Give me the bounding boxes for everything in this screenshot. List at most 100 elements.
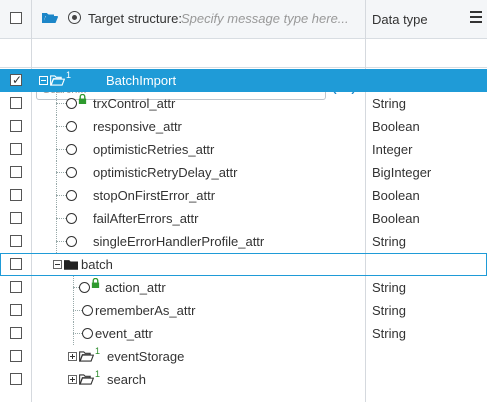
tree-node-row[interactable]: 1 search bbox=[0, 368, 487, 391]
tree-node-row[interactable]: 1 eventStorage bbox=[0, 345, 487, 368]
column-menu-icon[interactable] bbox=[470, 11, 482, 23]
data-type-value: Boolean bbox=[372, 188, 420, 203]
node-label: action_attr bbox=[105, 280, 166, 295]
row-checkbox[interactable] bbox=[10, 304, 22, 316]
collapse-icon[interactable] bbox=[39, 76, 48, 85]
occurrence-badge: 1 bbox=[66, 70, 72, 80]
search-row: ‹ › bbox=[0, 39, 487, 100]
message-type-placeholder[interactable]: Specify message type here... bbox=[181, 11, 349, 26]
tree-attr-row[interactable]: optimisticRetries_attr Integer bbox=[0, 138, 487, 161]
tree-connector bbox=[56, 126, 66, 127]
tree-connector bbox=[56, 172, 66, 173]
tree-connector bbox=[56, 184, 57, 207]
attribute-icon bbox=[66, 236, 77, 247]
node-label: search bbox=[107, 372, 147, 387]
node-label: stopOnFirstError_attr bbox=[93, 188, 216, 203]
tree-connector bbox=[56, 115, 57, 138]
attribute-icon bbox=[66, 213, 77, 224]
tree-connector bbox=[56, 195, 66, 196]
folder-open-icon bbox=[50, 75, 65, 86]
tree-attr-row[interactable]: event_attr String bbox=[0, 322, 487, 345]
attribute-icon bbox=[66, 167, 77, 178]
tree-connector bbox=[56, 230, 57, 253]
tree-attr-row[interactable]: action_attr String bbox=[0, 276, 487, 299]
tree-node-row[interactable]: batch bbox=[0, 253, 487, 276]
attribute-icon bbox=[66, 190, 77, 201]
node-label: event_attr bbox=[95, 326, 153, 341]
target-radio-icon[interactable] bbox=[68, 11, 81, 24]
tree-connector bbox=[73, 322, 74, 345]
node-label: eventStorage bbox=[107, 349, 185, 364]
expand-icon[interactable] bbox=[68, 352, 77, 361]
tree-connector bbox=[56, 92, 57, 115]
checkmark-icon: ✓ bbox=[12, 73, 23, 87]
node-label: optimisticRetries_attr bbox=[93, 142, 215, 157]
tree-connector bbox=[56, 103, 66, 104]
attribute-icon bbox=[79, 282, 90, 293]
tree-connector bbox=[56, 207, 57, 230]
row-checkbox[interactable] bbox=[10, 327, 22, 339]
attribute-icon bbox=[82, 305, 93, 316]
row-checkbox[interactable] bbox=[10, 350, 22, 362]
tree-connector bbox=[73, 310, 82, 311]
tree-attr-row[interactable]: trxControl_attr String bbox=[0, 92, 487, 115]
data-type-value: String bbox=[372, 303, 406, 318]
row-checkbox[interactable] bbox=[10, 120, 22, 132]
folder-open-icon bbox=[42, 13, 58, 23]
tree-attr-row[interactable]: singleErrorHandlerProfile_attr String bbox=[0, 230, 487, 253]
node-label: batch bbox=[81, 257, 113, 272]
folder-open-icon bbox=[79, 374, 94, 385]
attribute-icon bbox=[66, 121, 77, 132]
tree-connector bbox=[73, 333, 82, 334]
attribute-icon bbox=[82, 328, 93, 339]
expand-icon[interactable] bbox=[68, 375, 77, 384]
tree-connector bbox=[56, 161, 57, 184]
row-checkbox[interactable] bbox=[10, 281, 22, 293]
occurrence-badge: 1 bbox=[95, 369, 101, 379]
tree-connector bbox=[73, 276, 74, 299]
tree-attr-row[interactable]: stopOnFirstError_attr Boolean bbox=[0, 184, 487, 207]
occurrence-badge: 1 bbox=[95, 346, 101, 356]
data-type-value: Boolean bbox=[372, 119, 420, 134]
collapse-icon[interactable] bbox=[53, 260, 62, 269]
target-structure-label: Target structure: bbox=[88, 11, 182, 26]
lock-icon bbox=[91, 278, 100, 288]
data-type-value: String bbox=[372, 326, 406, 341]
tree-attr-row[interactable]: failAfterErrors_attr Boolean bbox=[0, 207, 487, 230]
row-checkbox[interactable] bbox=[10, 97, 22, 109]
node-label: failAfterErrors_attr bbox=[93, 211, 199, 226]
row-checkbox[interactable] bbox=[10, 212, 22, 224]
row-checkbox[interactable]: ✓ bbox=[10, 73, 23, 87]
node-label: optimisticRetryDelay_attr bbox=[93, 165, 238, 180]
data-type-value: Boolean bbox=[372, 211, 420, 226]
node-label: singleErrorHandlerProfile_attr bbox=[93, 234, 265, 249]
attribute-icon bbox=[66, 98, 77, 109]
tree-node-row[interactable]: ✓ 1 BatchImport bbox=[0, 69, 487, 92]
node-label: responsive_attr bbox=[93, 119, 182, 134]
tree-attr-row[interactable]: responsive_attr Boolean bbox=[0, 115, 487, 138]
data-type-value: Integer bbox=[372, 142, 413, 157]
tree-attr-row[interactable]: optimisticRetryDelay_attr BigInteger bbox=[0, 161, 487, 184]
tree-connector bbox=[56, 149, 66, 150]
tree-connector bbox=[56, 241, 66, 242]
row-checkbox[interactable] bbox=[10, 166, 22, 178]
folder-icon bbox=[64, 260, 78, 270]
data-type-value: String bbox=[372, 96, 406, 111]
data-type-value: BigInteger bbox=[372, 165, 432, 180]
node-label: trxControl_attr bbox=[93, 96, 176, 111]
tree-attr-row[interactable]: rememberAs_attr String bbox=[0, 299, 487, 322]
data-type-value: String bbox=[372, 280, 406, 295]
row-checkbox[interactable] bbox=[10, 143, 22, 155]
select-all-checkbox[interactable] bbox=[10, 12, 22, 24]
lock-icon bbox=[78, 94, 87, 104]
row-checkbox[interactable] bbox=[10, 235, 22, 247]
row-checkbox[interactable] bbox=[10, 258, 22, 270]
node-label: rememberAs_attr bbox=[95, 303, 196, 318]
tree-connector bbox=[56, 138, 57, 161]
row-checkbox[interactable] bbox=[10, 189, 22, 201]
data-type-value: String bbox=[372, 234, 406, 249]
row-checkbox[interactable] bbox=[10, 373, 22, 385]
tree-connector bbox=[73, 299, 74, 322]
node-label: BatchImport bbox=[106, 73, 177, 88]
data-type-column-header: Data type bbox=[372, 12, 428, 27]
